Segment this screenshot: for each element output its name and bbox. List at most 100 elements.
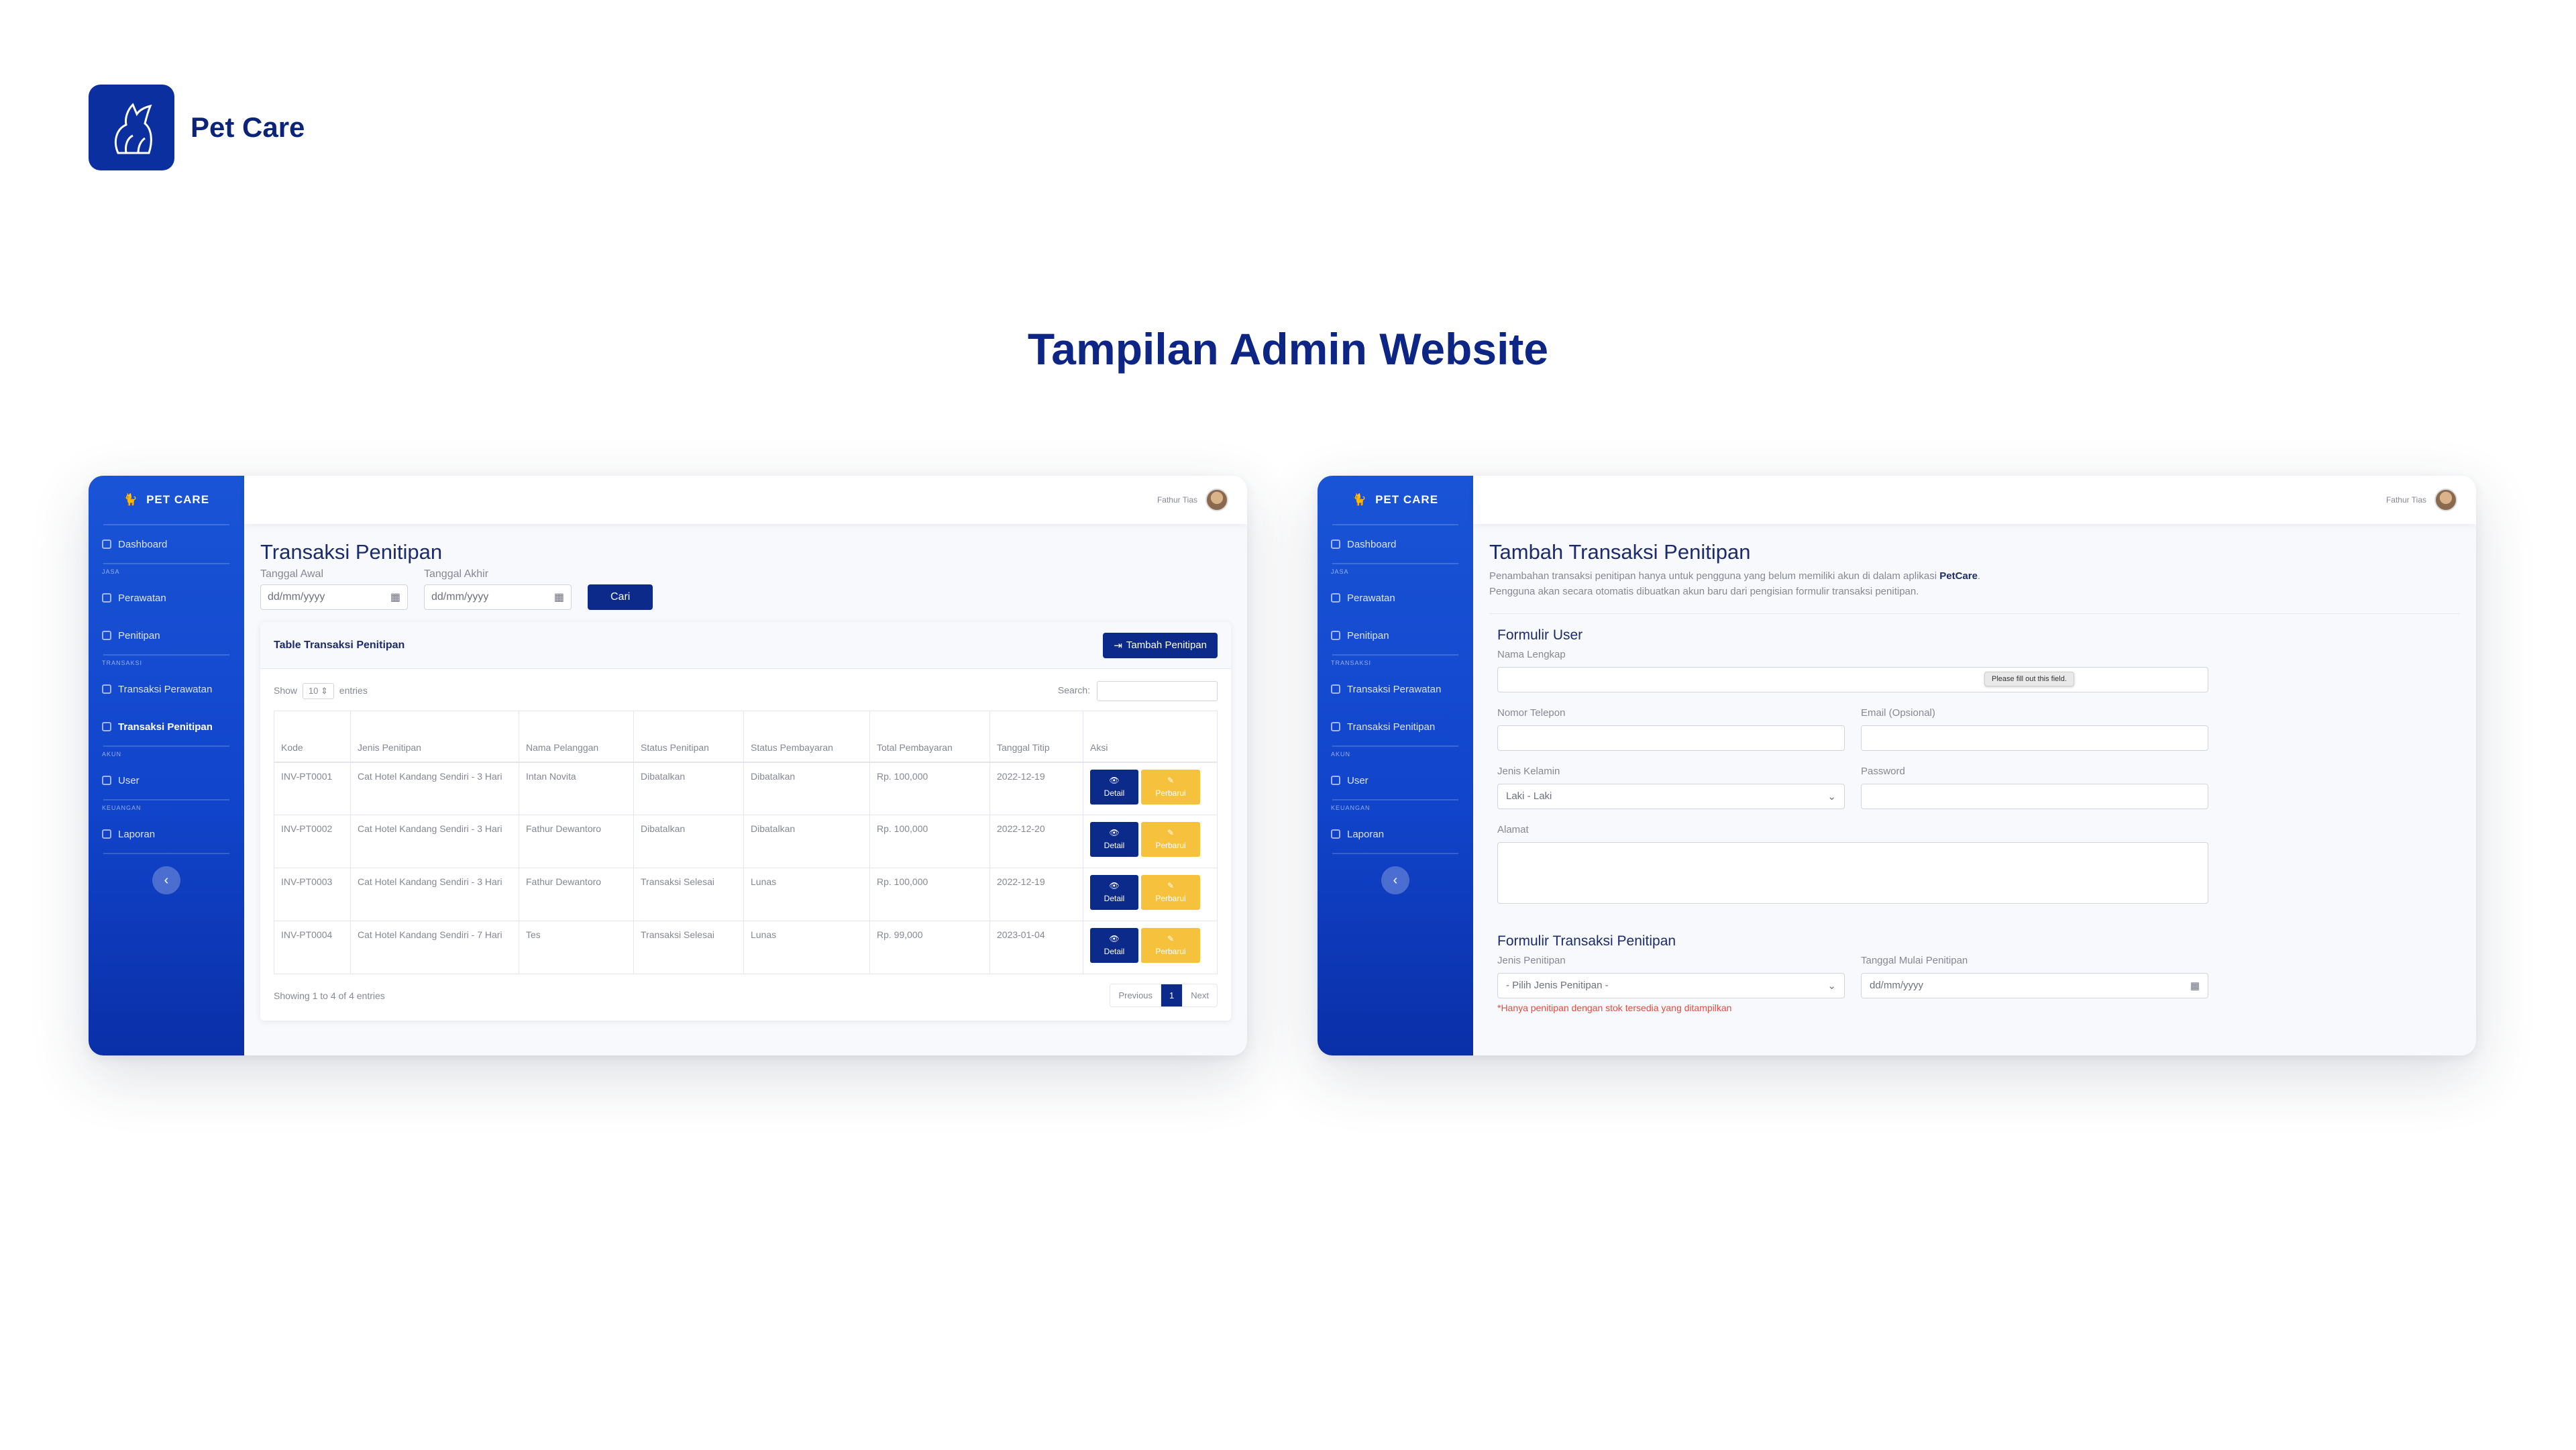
next-page-button[interactable]: Next bbox=[1183, 984, 1217, 1006]
user-name[interactable]: Fathur Tias bbox=[2386, 495, 2426, 505]
calendar-icon[interactable]: ▦ bbox=[390, 590, 400, 604]
avatar[interactable] bbox=[2434, 488, 2457, 511]
alamat-label: Alamat bbox=[1497, 823, 1529, 835]
entries-control: Show 10 ⇕ entries bbox=[274, 683, 368, 699]
edit-button[interactable]: ✎ Perbarui bbox=[1141, 928, 1200, 963]
sidebar-item-perawatan[interactable]: Perawatan bbox=[1318, 579, 1473, 617]
detail-button[interactable]: 👁 Detail bbox=[1090, 928, 1138, 963]
sidebar-brand-label: PET CARE bbox=[1375, 493, 1439, 506]
sidebar-heading: KEUANGAN bbox=[1331, 805, 1371, 811]
calendar-icon[interactable]: ▦ bbox=[2190, 980, 2200, 992]
alamat-group: Alamat bbox=[1497, 824, 2208, 904]
table-row: INV-PT0004 Cat Hotel Kandang Sendiri - 7… bbox=[274, 921, 1218, 974]
table-header-row: Kode Jenis Penitipan Nama Pelanggan Stat… bbox=[274, 711, 1218, 763]
transaction-form: Formulir User Nama Lengkap Nomor Telepon… bbox=[1489, 627, 2460, 1013]
sidebar-item-transaksi-penitipan[interactable]: Transaksi Penitipan bbox=[1318, 708, 1473, 745]
sidebar-item-label: Perawatan bbox=[118, 592, 166, 604]
sidebar-item-perawatan[interactable]: Perawatan bbox=[89, 579, 244, 617]
sidebar-toggle-button[interactable]: ‹ bbox=[1381, 866, 1409, 894]
start-date-input[interactable]: dd/mm/yyyy ▦ bbox=[260, 584, 408, 610]
sidebar-item-dashboard[interactable]: Dashboard bbox=[89, 525, 244, 563]
search-button[interactable]: Cari bbox=[588, 584, 653, 610]
column-header[interactable]: Status Pembayaran bbox=[743, 711, 870, 763]
detail-button[interactable]: 👁 Detail bbox=[1090, 822, 1138, 857]
cell-tanggal: 2022-12-19 bbox=[989, 762, 1083, 815]
sidebar-item-penitipan[interactable]: Penitipan bbox=[89, 617, 244, 654]
chevron-down-icon: ⌄ bbox=[1827, 790, 1836, 802]
entries-select[interactable]: 10 ⇕ bbox=[302, 683, 334, 699]
entries-label: entries bbox=[339, 685, 368, 696]
calendar-icon[interactable]: ▦ bbox=[554, 590, 564, 604]
cell-bayar: Dibatalkan bbox=[743, 762, 870, 815]
card-header: Table Transaksi Penitipan ⇥ Tambah Peniti… bbox=[260, 622, 1231, 669]
page-1-button[interactable]: 1 bbox=[1161, 984, 1183, 1006]
sidebar-heading: KEUANGAN bbox=[102, 805, 142, 811]
file-icon bbox=[102, 829, 111, 839]
cell-status: Dibatalkan bbox=[633, 815, 744, 868]
sidebar-toggle-button[interactable]: ‹ bbox=[152, 866, 180, 894]
avatar[interactable] bbox=[1205, 488, 1228, 511]
edit-icon: ✎ bbox=[1167, 775, 1175, 785]
add-penitipan-button[interactable]: ⇥ Tambah Penitipan bbox=[1103, 632, 1218, 658]
pet-care-logo-icon bbox=[89, 85, 174, 170]
sidebar-item-laporan[interactable]: Laporan bbox=[89, 815, 244, 853]
validation-tooltip: Please fill out this field. bbox=[1984, 672, 2074, 686]
topbar: Fathur Tias bbox=[1473, 476, 2476, 524]
edit-button[interactable]: ✎ Perbarui bbox=[1141, 822, 1200, 857]
cell-status: Transaksi Selesai bbox=[633, 921, 744, 974]
alamat-textarea[interactable] bbox=[1497, 841, 2208, 904]
nama-input[interactable] bbox=[1497, 666, 2208, 692]
edit-button[interactable]: ✎ Perbarui bbox=[1141, 769, 1200, 805]
cell-bayar: Lunas bbox=[743, 921, 870, 974]
tanggal-input[interactable]: dd/mm/yyyy ▦ bbox=[1861, 972, 2208, 998]
sidebar-item-label: Perawatan bbox=[1347, 592, 1395, 604]
jenis-value: - Pilih Jenis Penitipan - bbox=[1506, 980, 1609, 991]
sidebar-item-dashboard[interactable]: Dashboard bbox=[1318, 525, 1473, 563]
sidebar-item-transaksi-perawatan[interactable]: Transaksi Perawatan bbox=[89, 670, 244, 708]
edit-button[interactable]: ✎ Perbarui bbox=[1141, 875, 1200, 910]
kelamin-select[interactable]: Laki - Laki ⌄ bbox=[1497, 783, 1845, 809]
sidebar-item-label: Laporan bbox=[1347, 828, 1385, 840]
sidebar-item-user[interactable]: User bbox=[89, 762, 244, 799]
column-header[interactable]: Nama Pelanggan bbox=[519, 711, 634, 763]
end-date-input[interactable]: dd/mm/yyyy ▦ bbox=[424, 584, 572, 610]
telepon-input[interactable] bbox=[1497, 725, 1845, 751]
cell-tanggal: 2022-12-20 bbox=[989, 815, 1083, 868]
column-header[interactable]: Kode bbox=[274, 711, 351, 763]
sidebar-item-laporan[interactable]: Laporan bbox=[1318, 815, 1473, 853]
user-name[interactable]: Fathur Tias bbox=[1157, 495, 1197, 505]
email-input[interactable] bbox=[1861, 725, 2208, 751]
sidebar-brand[interactable]: 🐈 PET CARE bbox=[1318, 476, 1473, 524]
email-label: Email (Opsional) bbox=[1861, 707, 1935, 719]
datatable-footer: Showing 1 to 4 of 4 entries Previous 1 N… bbox=[274, 984, 1218, 1007]
tanggal-label: Tanggal Mulai Penitipan bbox=[1861, 954, 1968, 966]
column-header[interactable]: Total Pembayaran bbox=[869, 711, 990, 763]
sidebar-item-penitipan[interactable]: Penitipan bbox=[1318, 617, 1473, 654]
detail-button[interactable]: 👁 Detail bbox=[1090, 875, 1138, 910]
sidebar-item-transaksi-perawatan[interactable]: Transaksi Perawatan bbox=[1318, 670, 1473, 708]
column-header[interactable]: Status Penitipan bbox=[633, 711, 744, 763]
kelamin-value: Laki - Laki bbox=[1506, 790, 1552, 802]
table-row: INV-PT0003 Cat Hotel Kandang Sendiri - 3… bbox=[274, 868, 1218, 921]
eye-icon: 👁 bbox=[1109, 934, 1120, 944]
jenis-select[interactable]: - Pilih Jenis Penitipan - ⌄ bbox=[1497, 972, 1845, 998]
column-header[interactable]: Jenis Penitipan bbox=[350, 711, 519, 763]
pagination: Previous 1 Next bbox=[1110, 984, 1218, 1007]
sidebar-item-label: Transaksi Penitipan bbox=[118, 721, 213, 733]
sidebar-item-label: Dashboard bbox=[118, 538, 168, 550]
eye-icon: 👁 bbox=[1109, 775, 1120, 785]
prev-page-button[interactable]: Previous bbox=[1110, 984, 1162, 1006]
table-row: INV-PT0001 Cat Hotel Kandang Sendiri - 3… bbox=[274, 762, 1218, 815]
detail-button[interactable]: 👁 Detail bbox=[1090, 769, 1138, 805]
search-input[interactable] bbox=[1097, 681, 1218, 701]
password-input[interactable] bbox=[1861, 783, 2208, 809]
column-header[interactable]: Aksi bbox=[1083, 711, 1218, 763]
column-header[interactable]: Tanggal Titip bbox=[989, 711, 1083, 763]
form-description: Penambahan transaksi penitipan hanya unt… bbox=[1489, 568, 2012, 600]
cell-total: Rp. 99,000 bbox=[869, 921, 990, 974]
sidebar-item-user[interactable]: User bbox=[1318, 762, 1473, 799]
sidebar-item-transaksi-penitipan[interactable]: Transaksi Penitipan bbox=[89, 708, 244, 745]
cell-bayar: Dibatalkan bbox=[743, 815, 870, 868]
eye-icon: 👁 bbox=[1109, 828, 1120, 838]
sidebar-brand[interactable]: 🐈 PET CARE bbox=[89, 476, 244, 524]
